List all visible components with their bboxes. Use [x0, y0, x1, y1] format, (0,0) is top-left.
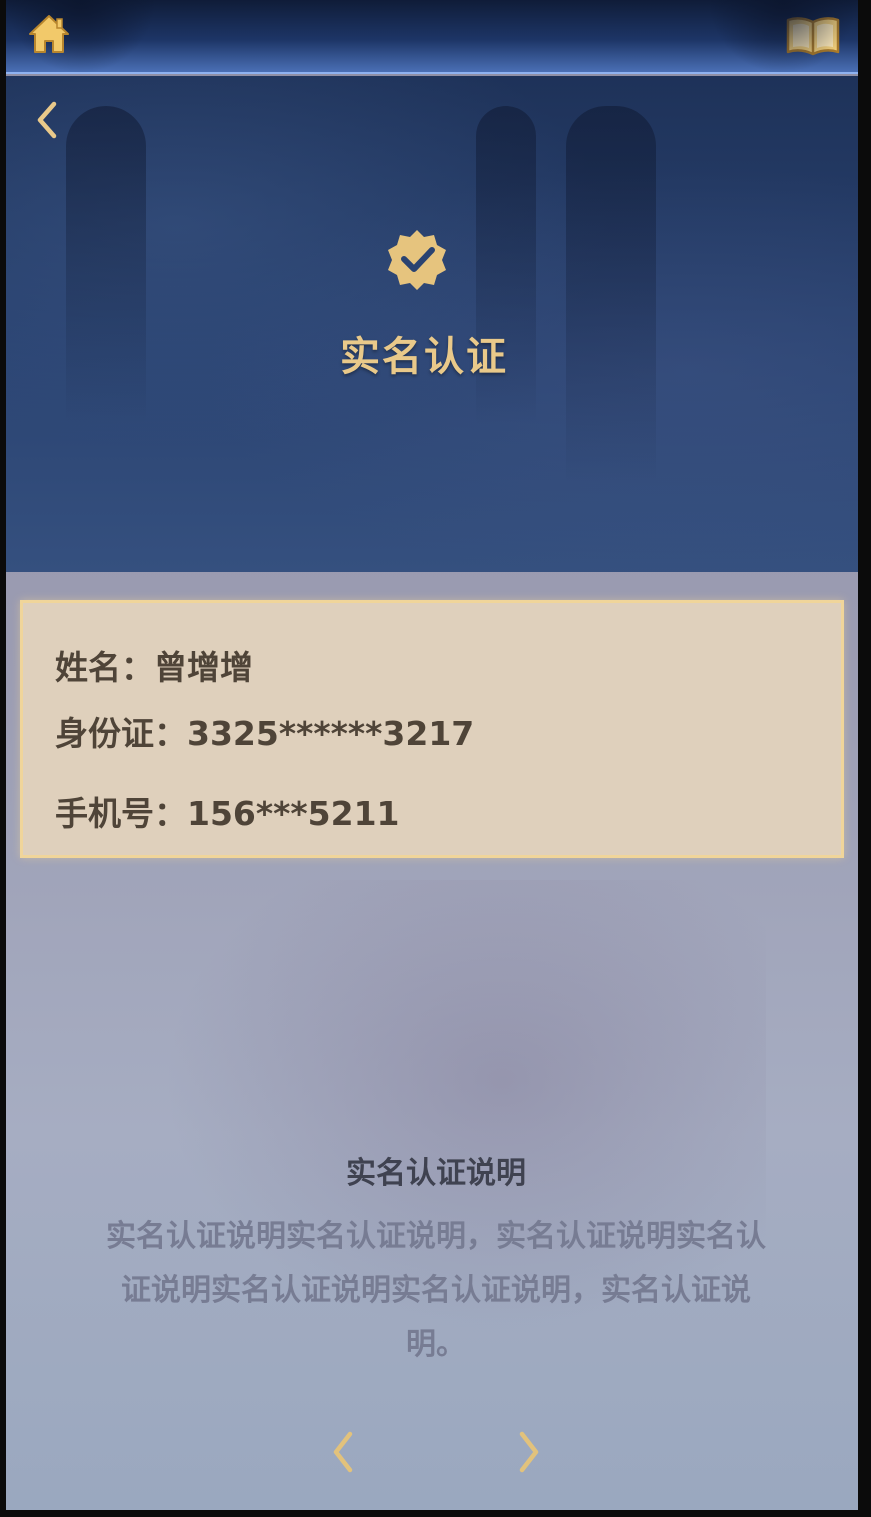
identity-info-card: 姓名：曾增增 身份证：3325******3217 手机号：156***5211 [20, 600, 844, 858]
explanation-text: 实名认证说明实名认证说明，实名认证说明实名认证说明实名认证说明实名认证说明，实名… [106, 1219, 766, 1362]
verified-badge-icon [388, 230, 446, 290]
phone-row: 手机号：156***5211 [55, 787, 400, 835]
chevron-left-icon[interactable] [328, 1428, 358, 1476]
top-bar [6, 0, 858, 74]
home-icon[interactable] [26, 12, 72, 58]
background-decoration [566, 106, 656, 486]
phone-value: 156***5211 [187, 794, 400, 833]
id-value: 3325******3217 [187, 714, 475, 753]
chevron-left-icon[interactable] [30, 98, 66, 142]
app-screen: 实名认证 姓名：曾增增 身份证：3325******3217 手机号：156**… [6, 0, 858, 1510]
chevron-right-icon[interactable] [514, 1428, 544, 1476]
page-title: 实名认证 [340, 334, 508, 380]
book-icon[interactable] [784, 12, 842, 58]
name-row: 姓名：曾增增 [55, 641, 253, 689]
phone-label: 手机号： [55, 794, 187, 833]
id-label: 身份证： [55, 714, 187, 753]
explanation-title: 实名认证说明 [346, 1156, 526, 1191]
id-row: 身份证：3325******3217 [55, 707, 474, 755]
name-label: 姓名： [55, 648, 154, 687]
name-value: 曾增增 [154, 648, 253, 687]
